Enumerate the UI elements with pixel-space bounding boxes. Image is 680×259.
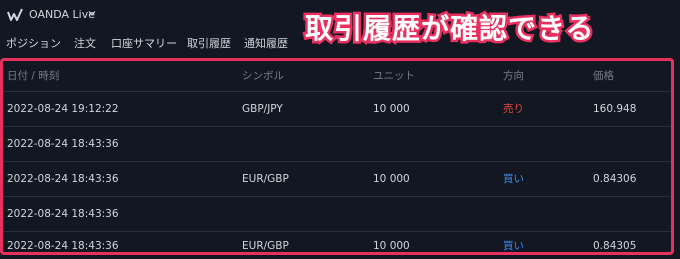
trading-panel: OANDA Live ポジション 注文 口座サマリー 取引履歴 通知履歴 取引履… <box>0 0 680 259</box>
oanda-logo-icon <box>7 8 23 21</box>
annotation-highlight-box <box>0 58 674 255</box>
tab-trade-history[interactable]: 取引履歴 <box>187 36 231 52</box>
tab-positions[interactable]: ポジション <box>6 36 61 52</box>
chevron-down-icon[interactable] <box>88 9 96 17</box>
broker-account-selector[interactable]: OANDA Live <box>29 8 95 22</box>
tab-orders[interactable]: 注文 <box>74 36 96 52</box>
tab-account-summary[interactable]: 口座サマリー <box>111 36 177 52</box>
tab-notification-history[interactable]: 通知履歴 <box>244 36 288 52</box>
annotation-callout: 取引履歴が確認できる <box>302 10 595 48</box>
